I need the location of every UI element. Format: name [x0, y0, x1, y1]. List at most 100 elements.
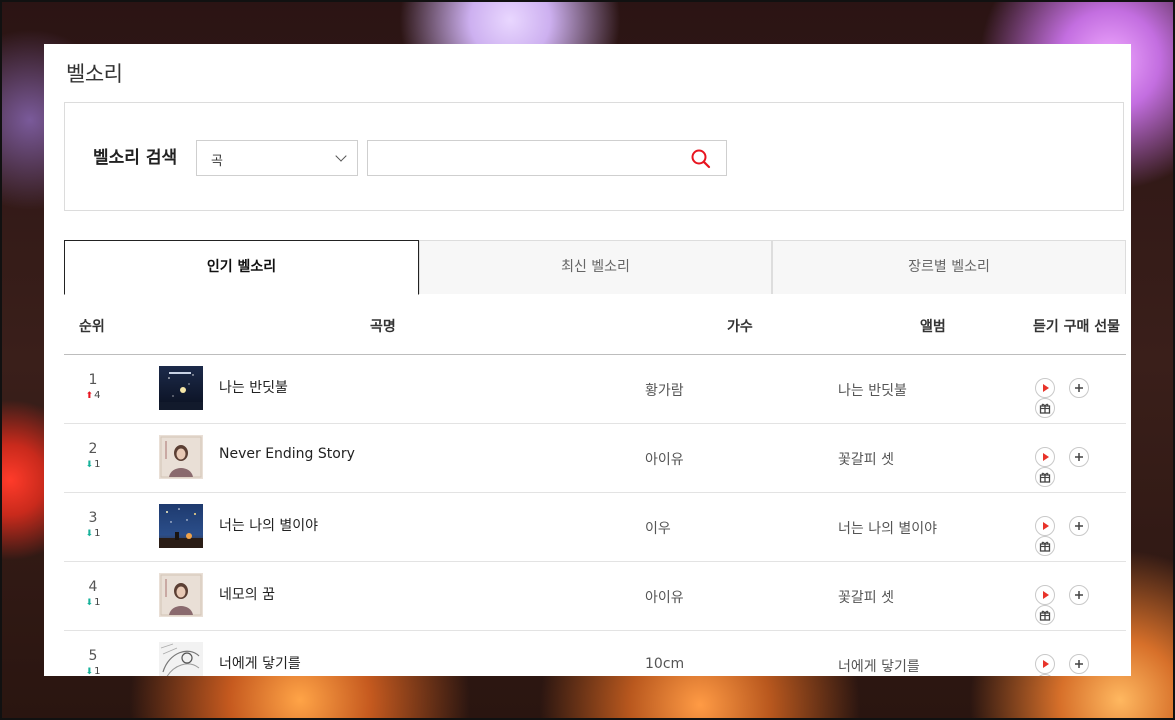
rank-number: 4 [88, 579, 98, 595]
table-row: 4 ⬇1 네모의 꿈 아이유 꽃갈피 셋 [64, 562, 1126, 631]
artist-name[interactable]: 10cm [645, 656, 684, 672]
play-icon [1043, 453, 1049, 461]
header-actions: 듣기 구매 선물 [1033, 319, 1121, 335]
ringtone-list: 1 ⬆4 나는 반딧불 황가람 나는 반딧불 2 ⬇1 Never Ending… [64, 355, 1126, 676]
album-name[interactable]: 나는 반딧불 [838, 380, 907, 400]
search-input[interactable] [378, 142, 682, 176]
rank-change-value: 1 [94, 459, 101, 470]
rank-change: ⬇1 [64, 528, 122, 539]
gift-button[interactable] [1035, 398, 1055, 418]
buy-button[interactable] [1069, 378, 1090, 398]
search-field[interactable] [367, 140, 727, 176]
play-button[interactable] [1035, 516, 1055, 536]
album-cover[interactable] [159, 573, 203, 617]
ringtone-tabs: 인기 벨소리 최신 벨소리 장르별 벨소리 [64, 240, 1126, 295]
song-title[interactable]: 너에게 닿기를 [219, 653, 301, 673]
plus-icon [1075, 453, 1084, 461]
row-actions [1035, 378, 1126, 418]
rank-number: 2 [88, 441, 98, 457]
table-row: 3 ⬇1 너는 나의 별이야 이우 너는 나의 별이야 [64, 493, 1126, 562]
rank-change: ⬇1 [64, 459, 122, 470]
arrow-down-icon: ⬇ [85, 598, 94, 608]
plus-icon [1075, 384, 1084, 392]
tab-latest[interactable]: 최신 벨소리 [419, 240, 772, 294]
gift-button[interactable] [1035, 605, 1055, 625]
rank-change: ⬆4 [64, 390, 122, 401]
artist-name[interactable]: 아이유 [645, 449, 684, 469]
arrow-up-icon: ⬆ [85, 391, 94, 401]
rank-cell: 1 ⬆4 [64, 372, 122, 401]
rank-change-value: 1 [94, 528, 101, 539]
rank-number: 5 [88, 648, 98, 664]
row-actions [1035, 516, 1126, 556]
table-row: 2 ⬇1 Never Ending Story 아이유 꽃갈피 셋 [64, 424, 1126, 493]
chevron-down-icon [335, 150, 347, 162]
song-title[interactable]: Never Ending Story [219, 446, 355, 462]
song-title[interactable]: 네모의 꿈 [219, 584, 275, 604]
gift-icon [1039, 472, 1051, 483]
buy-button[interactable] [1069, 654, 1090, 674]
play-icon [1043, 591, 1049, 599]
rank-change-value: 1 [94, 666, 101, 676]
search-label: 벨소리 검색 [93, 148, 178, 168]
album-name[interactable]: 너는 나의 별이야 [838, 518, 937, 538]
artist-name[interactable]: 이우 [645, 518, 671, 538]
row-actions [1035, 654, 1126, 676]
play-button[interactable] [1035, 654, 1055, 674]
search-type-value: 곡 [211, 154, 223, 169]
gift-button[interactable] [1035, 674, 1055, 676]
play-icon [1043, 522, 1049, 530]
header-album: 앨범 [920, 319, 946, 335]
album-name[interactable]: 꽃갈피 셋 [838, 587, 894, 607]
row-actions [1035, 585, 1126, 625]
buy-button[interactable] [1069, 447, 1090, 467]
play-icon [1043, 660, 1049, 668]
album-name[interactable]: 꽃갈피 셋 [838, 449, 894, 469]
arrow-down-icon: ⬇ [85, 529, 94, 539]
song-title[interactable]: 나는 반딧불 [219, 377, 288, 397]
search-type-select[interactable]: 곡 [196, 140, 358, 176]
gift-button[interactable] [1035, 536, 1055, 556]
rank-number: 3 [88, 510, 98, 526]
album-name[interactable]: 너에게 닿기를 [838, 656, 920, 676]
plus-icon [1075, 522, 1084, 530]
artist-name[interactable]: 아이유 [645, 587, 684, 607]
starry-night-cover-icon [159, 504, 203, 548]
rank-change: ⬇1 [64, 597, 122, 608]
artist-name[interactable]: 황가람 [645, 380, 684, 400]
album-cover[interactable] [159, 642, 203, 676]
rank-cell: 3 ⬇1 [64, 510, 122, 539]
rank-cell: 5 ⬇1 [64, 648, 122, 676]
portrait-cover-icon [159, 435, 203, 479]
play-button[interactable] [1035, 447, 1055, 467]
sketch-cover-icon [159, 642, 203, 676]
row-actions [1035, 447, 1126, 487]
rank-change-value: 4 [94, 390, 101, 401]
rank-change-value: 1 [94, 597, 101, 608]
rank-cell: 2 ⬇1 [64, 441, 122, 470]
rank-number: 1 [88, 372, 98, 388]
table-header: 순위 곡명 가수 앨범 듣기 구매 선물 [64, 294, 1126, 355]
arrow-down-icon: ⬇ [85, 460, 94, 470]
album-cover[interactable] [159, 366, 203, 410]
buy-button[interactable] [1069, 516, 1090, 536]
plus-icon [1075, 591, 1084, 599]
plus-icon [1075, 660, 1084, 668]
header-artist: 가수 [727, 319, 753, 335]
table-row: 5 ⬇1 너에게 닿기를 10cm 너에게 닿기를 [64, 631, 1126, 676]
album-cover[interactable] [159, 504, 203, 548]
song-title[interactable]: 너는 나의 별이야 [219, 515, 318, 535]
buy-button[interactable] [1069, 585, 1090, 605]
tab-popular[interactable]: 인기 벨소리 [64, 240, 419, 295]
arrow-down-icon: ⬇ [85, 667, 94, 676]
search-box: 벨소리 검색 곡 [64, 102, 1124, 211]
play-button[interactable] [1035, 585, 1055, 605]
search-button[interactable] [690, 148, 712, 170]
play-icon [1043, 384, 1049, 392]
album-cover[interactable] [159, 435, 203, 479]
portrait-cover-icon [159, 573, 203, 617]
gift-button[interactable] [1035, 467, 1055, 487]
tab-genre[interactable]: 장르별 벨소리 [772, 240, 1126, 294]
play-button[interactable] [1035, 378, 1055, 398]
ringtone-panel: 벨소리 벨소리 검색 곡 인기 벨소리 최신 벨소리 장르별 벨소리 순위 곡명… [44, 44, 1131, 676]
